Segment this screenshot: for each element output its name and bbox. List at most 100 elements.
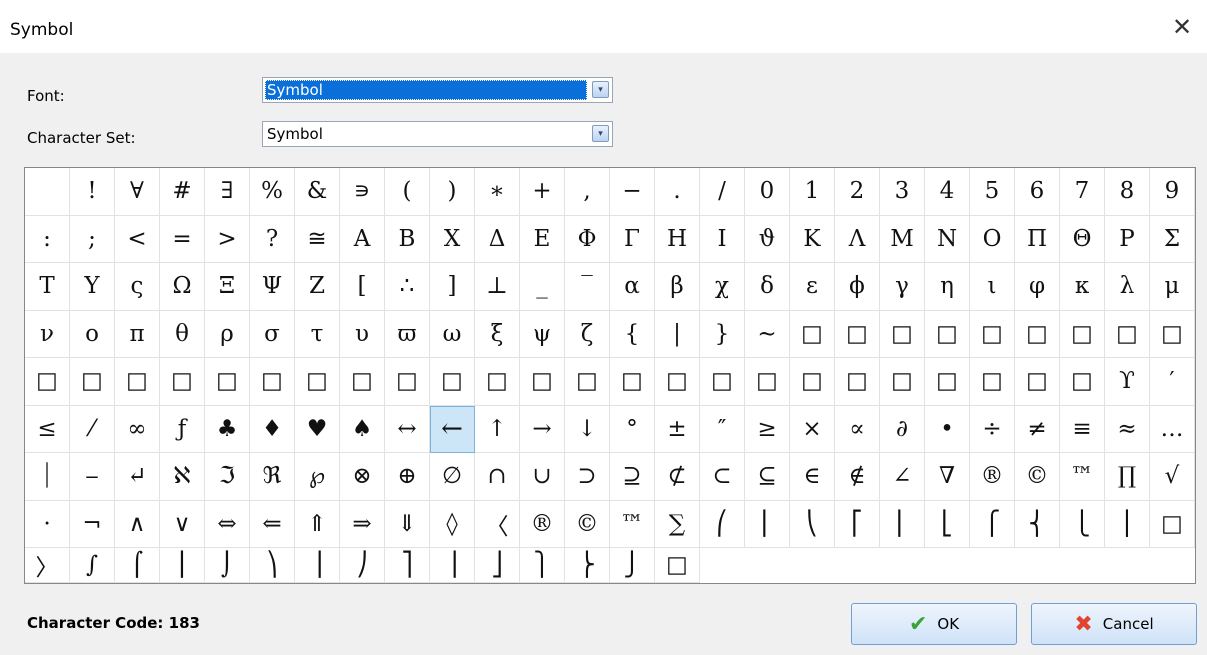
symbol-cell[interactable]: % — [250, 168, 295, 216]
symbol-cell[interactable]: ≅ — [295, 215, 340, 263]
symbol-cell[interactable]: ( — [385, 168, 430, 216]
symbol-cell[interactable]: □ — [295, 358, 340, 406]
symbol-cell[interactable]: ⊕ — [385, 453, 430, 501]
symbol-cell[interactable]: ⇒ — [340, 500, 385, 548]
symbol-cell[interactable]: ⊂ — [700, 453, 745, 501]
cancel-button[interactable]: ✖ Cancel — [1031, 603, 1197, 645]
symbol-cell[interactable]: ⋅ — [25, 500, 70, 548]
symbol-cell[interactable]: ° — [610, 405, 655, 453]
symbol-cell[interactable]: ↓ — [565, 405, 610, 453]
symbol-cell[interactable]: ⎮ — [160, 548, 205, 583]
symbol-cell[interactable]: ξ — [475, 310, 520, 358]
symbol-cell[interactable]: } — [700, 310, 745, 358]
symbol-cell[interactable]: ∀ — [115, 168, 160, 216]
symbol-cell[interactable]: ⎜ — [745, 500, 790, 548]
symbol-cell[interactable]: ⎞ — [250, 548, 295, 583]
symbol-cell[interactable]: ≠ — [1015, 405, 1060, 453]
symbol-cell[interactable]: ™ — [610, 500, 655, 548]
symbol-cell[interactable]: κ — [1060, 263, 1105, 311]
symbol-cell[interactable]: β — [655, 263, 700, 311]
symbol-cell[interactable]: ≡ — [1060, 405, 1105, 453]
symbol-cell[interactable]: ÷ — [970, 405, 1015, 453]
symbol-cell[interactable]: Α — [340, 215, 385, 263]
symbol-cell[interactable]: ⎢ — [880, 500, 925, 548]
symbol-cell[interactable]: π — [115, 310, 160, 358]
symbol-cell[interactable]: ∅ — [430, 453, 475, 501]
symbol-cell[interactable]: ϖ — [385, 310, 430, 358]
symbol-cell[interactable]: 1 — [790, 168, 835, 216]
symbol-cell[interactable]: ♦ — [250, 405, 295, 453]
symbol-cell[interactable]: ⎟ — [295, 548, 340, 583]
symbol-cell[interactable]: © — [1015, 453, 1060, 501]
symbol-cell[interactable] — [25, 168, 70, 216]
symbol-cell[interactable]: . — [655, 168, 700, 216]
symbol-cell[interactable]: ⏐ — [25, 453, 70, 501]
symbol-cell[interactable]: [ — [340, 263, 385, 311]
symbol-cell[interactable]: ρ — [205, 310, 250, 358]
symbol-cell[interactable]: ↑ — [475, 405, 520, 453]
symbol-cell[interactable]: □ — [1015, 310, 1060, 358]
symbol-cell[interactable]: ◊ — [430, 500, 475, 548]
symbol-cell[interactable]: # — [160, 168, 205, 216]
symbol-cell[interactable]: φ — [1015, 263, 1060, 311]
symbol-cell[interactable]: □ — [835, 358, 880, 406]
symbol-cell[interactable]: ? — [250, 215, 295, 263]
symbol-cell[interactable]: ® — [520, 500, 565, 548]
chevron-down-icon[interactable]: ▾ — [592, 125, 609, 142]
symbol-cell[interactable]: α — [610, 263, 655, 311]
symbol-cell[interactable]: ⎝ — [790, 500, 835, 548]
symbol-cell[interactable]: ≈ — [1105, 405, 1150, 453]
symbol-cell[interactable]: □ — [880, 358, 925, 406]
symbol-cell[interactable]: ∂ — [880, 405, 925, 453]
symbol-cell[interactable]: ″ — [700, 405, 745, 453]
symbol-cell[interactable]: ⁄ — [70, 405, 115, 453]
symbol-cell[interactable]: Ε — [520, 215, 565, 263]
symbol-cell[interactable]: □ — [925, 310, 970, 358]
symbol-cell[interactable]: 6 — [1015, 168, 1060, 216]
symbol-cell[interactable]: − — [610, 168, 655, 216]
symbol-cell[interactable]: ν — [25, 310, 70, 358]
symbol-cell[interactable]: ⎣ — [925, 500, 970, 548]
symbol-cell[interactable]: □ — [925, 358, 970, 406]
symbol-cell[interactable]: 0 — [745, 168, 790, 216]
symbol-cell[interactable]: < — [115, 215, 160, 263]
symbol-cell[interactable]: Ν — [925, 215, 970, 263]
symbol-cell[interactable]: ⎦ — [475, 548, 520, 583]
symbol-cell[interactable]: Σ — [1150, 215, 1195, 263]
symbol-cell[interactable]: ↵ — [115, 453, 160, 501]
symbol-cell[interactable]: □ — [250, 358, 295, 406]
symbol-cell[interactable]: □ — [205, 358, 250, 406]
symbol-cell[interactable]: ∴ — [385, 263, 430, 311]
symbol-cell[interactable]: … — [1150, 405, 1195, 453]
symbol-cell[interactable]: × — [790, 405, 835, 453]
symbol-cell[interactable]: ∞ — [115, 405, 160, 453]
symbol-cell[interactable]: ϑ — [745, 215, 790, 263]
symbol-cell[interactable]: Ζ — [295, 263, 340, 311]
symbol-cell[interactable]: ⎩ — [1060, 500, 1105, 548]
symbol-cell[interactable]: ⎧ — [970, 500, 1015, 548]
symbol-cell[interactable]: √ — [1150, 453, 1195, 501]
symbol-cell[interactable]: □ — [430, 358, 475, 406]
symbol-cell[interactable]: ⎥ — [430, 548, 475, 583]
symbol-cell[interactable]: ≤ — [25, 405, 70, 453]
symbol-cell[interactable]: □ — [1015, 358, 1060, 406]
symbol-cell[interactable]: Ξ — [205, 263, 250, 311]
symbol-cell[interactable]: ♥ — [295, 405, 340, 453]
symbol-cell[interactable]: Η — [655, 215, 700, 263]
symbol-cell[interactable]: ℜ — [250, 453, 295, 501]
symbol-cell[interactable]: ® — [970, 453, 1015, 501]
symbol-cell[interactable]: ∑ — [655, 500, 700, 548]
symbol-cell[interactable]: : — [25, 215, 70, 263]
symbol-cell[interactable]: □ — [835, 310, 880, 358]
symbol-cell[interactable]: □ — [1150, 500, 1195, 548]
symbol-cell[interactable]: Ο — [970, 215, 1015, 263]
symbol-cell[interactable]: 8 — [1105, 168, 1150, 216]
symbol-cell[interactable]: ℵ — [160, 453, 205, 501]
symbol-cell[interactable]: δ — [745, 263, 790, 311]
symbol-cell[interactable]: / — [700, 168, 745, 216]
symbol-cell[interactable]: ⎭ — [610, 548, 655, 583]
symbol-cell[interactable]: □ — [340, 358, 385, 406]
symbol-cell[interactable]: ∩ — [475, 453, 520, 501]
symbol-cell[interactable]: ∃ — [205, 168, 250, 216]
symbol-cell[interactable]: ω — [430, 310, 475, 358]
